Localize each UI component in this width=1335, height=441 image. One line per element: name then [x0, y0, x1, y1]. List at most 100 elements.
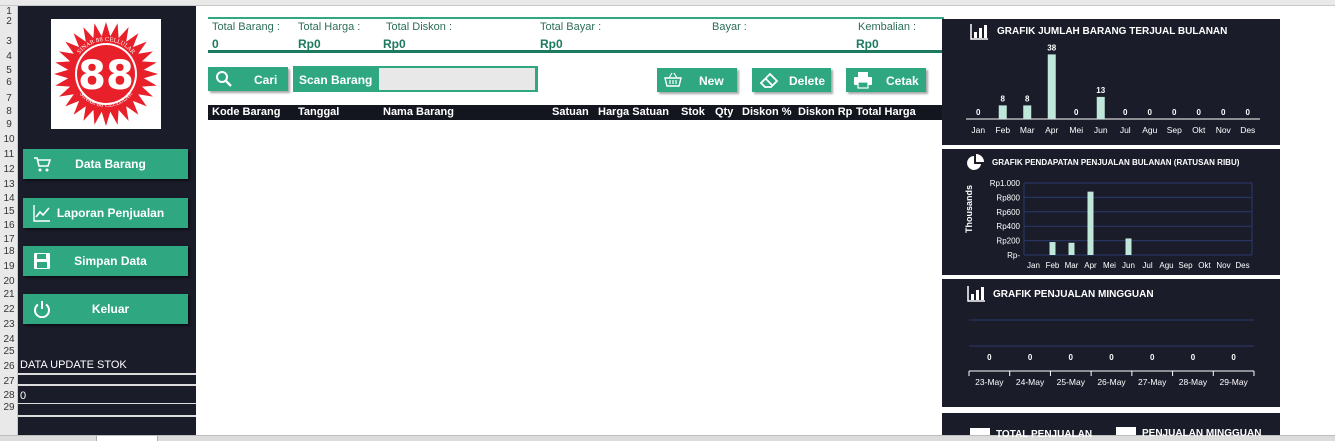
- chart-weekly: 0 23-May 0 24-May 0 25-May 0 26-May 0 27-May 0 28-M…: [968, 319, 1255, 387]
- data-label: 0: [1074, 108, 1079, 117]
- tick-label: Mar: [1065, 261, 1079, 270]
- simpan-data-button[interactable]: Simpan Data: [23, 246, 188, 276]
- column-header-bar: [0, 0, 1335, 6]
- y-tick-label: Rp400: [996, 222, 1020, 231]
- tick-label: Mei: [1103, 261, 1116, 270]
- data-label: 0: [1172, 108, 1177, 117]
- logo-sunburst: SINAR 88 CELLULARSINAR 88 CELLULAR88: [54, 22, 158, 126]
- penjualan-mingguan-title: PENJUALAN MINGGUAN: [1142, 428, 1262, 439]
- row-number[interactable]: 11: [0, 149, 18, 160]
- delete-label: Delete: [789, 74, 826, 88]
- tick-label: Jul: [1142, 261, 1152, 270]
- data-label: 0: [1191, 353, 1196, 362]
- row-number[interactable]: 17: [0, 234, 18, 245]
- row-number[interactable]: 3: [0, 36, 18, 47]
- data-label: 0: [1150, 353, 1155, 362]
- col-kode-barang: Kode Barang: [212, 106, 281, 118]
- sidebar: SINAR 88 CELLULAR SINAR 88 CELLULAR 88 Dat…: [18, 6, 196, 435]
- col-diskon-persen: Diskon %: [742, 106, 792, 118]
- row-number[interactable]: 19: [0, 261, 18, 272]
- laporan-penjualan-button[interactable]: Laporan Penjualan: [23, 198, 188, 228]
- data-label: 0: [976, 108, 981, 117]
- tick-label: Des: [1240, 125, 1255, 135]
- row-number[interactable]: 15: [0, 206, 18, 217]
- total-barang-label: Total Barang :: [212, 21, 280, 33]
- tick-label: Feb: [995, 125, 1010, 135]
- data-label: 0: [1123, 108, 1128, 117]
- row-number[interactable]: 29: [0, 402, 18, 413]
- tick-label: Okt: [1192, 125, 1206, 135]
- row-number[interactable]: 20: [0, 276, 18, 287]
- tick-label: Agu: [1159, 261, 1173, 270]
- tick-label: Okt: [1198, 261, 1211, 270]
- basket-icon: [664, 72, 682, 87]
- summary-top-line: [208, 17, 944, 19]
- search-icon: [216, 71, 232, 87]
- row-number[interactable]: 16: [0, 220, 18, 231]
- row-number[interactable]: 7: [0, 93, 18, 104]
- data-barang-button[interactable]: Data Barang: [23, 149, 188, 179]
- data-label: 0: [1148, 108, 1153, 117]
- data-label: 0: [1197, 108, 1202, 117]
- row-header-bar: 1 2 3 4 5 6 7 8 9 10 11 12 13 14 15 16 17 18 19 20 21 22 23 24 2…: [0, 6, 18, 435]
- tick-label: Sep: [1178, 261, 1193, 270]
- tick-label: Feb: [1046, 261, 1060, 270]
- new-button[interactable]: New: [657, 68, 737, 92]
- tick-label: Sep: [1167, 125, 1182, 135]
- kembalian-label: Kembalian :: [858, 21, 917, 33]
- bar: [1068, 242, 1075, 255]
- delete-button[interactable]: Delete: [752, 68, 831, 92]
- bar: [1047, 54, 1056, 119]
- bar: [1125, 238, 1132, 255]
- y-axis-label: Thousands: [964, 185, 974, 233]
- sheet-tab-active[interactable]: [96, 436, 158, 441]
- tick-label: 23-May: [975, 377, 1004, 387]
- cari-button[interactable]: Cari: [208, 67, 288, 91]
- scan-barang-box: Scan Barang: [293, 66, 538, 92]
- tick-label: 27-May: [1138, 377, 1167, 387]
- cari-label: Cari: [254, 73, 278, 87]
- row-number[interactable]: 9: [0, 119, 18, 130]
- row-number[interactable]: 4: [0, 51, 18, 62]
- y-tick-label: Rp-: [1007, 251, 1020, 260]
- row-number[interactable]: 24: [0, 334, 18, 345]
- chart-panel-monthly-revenue: GRAFIK PENDAPATAN PENJUALAN BULANAN (RAT…: [942, 149, 1280, 275]
- row-number[interactable]: 6: [0, 77, 18, 88]
- cetak-button[interactable]: Cetak: [846, 68, 926, 92]
- row-number[interactable]: 8: [0, 106, 18, 117]
- row-number[interactable]: 21: [0, 289, 18, 300]
- row-number[interactable]: 28: [0, 390, 18, 401]
- row-number[interactable]: 2: [0, 16, 18, 27]
- chart-monthly-revenue: Rp- Rp200 Rp400 Rp600 Rp800 Rp1.000 Thousands J…: [964, 179, 1253, 270]
- eraser-icon: [759, 72, 779, 88]
- bar: [998, 105, 1007, 119]
- stock-update-label: DATA UPDATE STOK: [20, 359, 127, 371]
- row-number[interactable]: 10: [0, 134, 18, 145]
- row-number[interactable]: 27: [0, 376, 18, 387]
- row-number[interactable]: 12: [0, 164, 18, 175]
- chart-monthly-qty: 0 Jan 8 Feb 8 Mar 38 Apr 0 Mei 13 Jun 0 Jul 0 Agu 0 Sep 0 O…: [966, 43, 1260, 135]
- row-number[interactable]: 23: [0, 319, 18, 330]
- row-number[interactable]: 26: [0, 361, 18, 372]
- tick-label: Des: [1235, 261, 1249, 270]
- keluar-button[interactable]: Keluar: [23, 294, 188, 324]
- row-number[interactable]: 5: [0, 65, 18, 76]
- scan-barang-label: Scan Barang: [299, 73, 373, 87]
- tick-label: Jun: [1122, 261, 1135, 270]
- row-number[interactable]: 13: [0, 179, 18, 190]
- tick-label: Jul: [1120, 125, 1131, 135]
- row-number[interactable]: 25: [0, 346, 18, 357]
- summary-panel-totals: TOTAL PENJUALAN PENJUALAN MINGGUAN: [942, 413, 1280, 440]
- tick-label: Jan: [1027, 261, 1040, 270]
- chart-panel-weekly: GRAFIK PENJUALAN MINGGUAN 0 23-May 0 24-May…: [942, 279, 1280, 407]
- row-number[interactable]: 22: [0, 304, 18, 315]
- data-label: 8: [1025, 94, 1030, 103]
- money-icon: [970, 428, 990, 435]
- y-tick-label: Rp600: [996, 208, 1020, 217]
- row-number[interactable]: 18: [0, 246, 18, 257]
- data-label: 13: [1096, 86, 1105, 95]
- total-harga-value: Rp0: [298, 37, 321, 51]
- scan-barang-input[interactable]: [379, 68, 535, 90]
- total-penjualan-title: TOTAL PENJUALAN: [996, 429, 1093, 440]
- row-number[interactable]: 14: [0, 193, 18, 204]
